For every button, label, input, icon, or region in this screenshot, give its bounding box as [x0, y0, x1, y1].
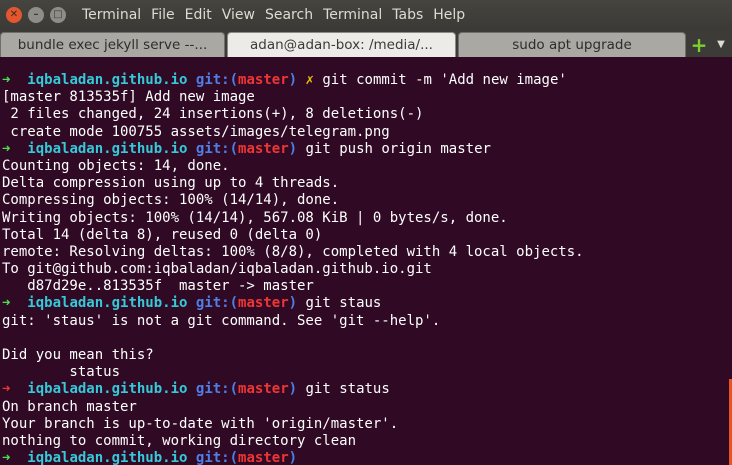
prompt-line: ➜ iqbaladan.github.io git:(master) git s… [2, 381, 584, 398]
output-line: Counting objects: 14, done. [2, 157, 230, 174]
output-line: To git@github.com:iqbaladan/iqbaladan.gi… [2, 261, 432, 278]
output-line: d87d29e..813535f master -> master [2, 278, 314, 295]
prompt-git-label: git:( [195, 72, 239, 88]
prompt-git-close: ) [288, 140, 298, 157]
menu-item-help[interactable]: Help [433, 7, 465, 23]
menu-item-view[interactable]: View [222, 7, 255, 23]
prompt-host: iqbaladan.github.io [27, 140, 188, 157]
output-line: On branch master [2, 398, 137, 415]
output-line: Delta compression using up to 4 threads. [2, 175, 340, 192]
prompt-host: iqbaladan.github.io [27, 381, 188, 398]
output-line: [master 813535f] Add new image [2, 89, 255, 106]
prompt-git-label: git:( [195, 295, 239, 312]
prompt-arrow-icon: ➜ [2, 381, 11, 398]
menu-item-edit[interactable]: Edit [185, 7, 212, 23]
menu-item-terminal-title[interactable]: Terminal [82, 7, 141, 23]
title-bar: ✕ – □ Terminal File Edit View Search Ter… [0, 0, 732, 30]
tab-jekyll-serve[interactable]: bundle exec jekyll serve --... [0, 32, 225, 57]
output-line: create mode 100755 assets/images/telegra… [2, 123, 390, 140]
dirty-mark-icon: ✗ [305, 72, 314, 88]
menu-bar: Terminal File Edit View Search Terminal … [82, 7, 465, 23]
close-icon[interactable]: ✕ [6, 7, 22, 23]
prompt-git-label: git:( [195, 140, 239, 157]
output-line: Compressing objects: 100% (14/14), done. [2, 192, 340, 209]
menu-item-tabs[interactable]: Tabs [392, 7, 423, 23]
prompt-branch: master [238, 450, 289, 465]
tab-label: bundle exec jekyll serve --... [17, 37, 208, 53]
output-line: status [2, 364, 121, 381]
prompt-git-close: ) [288, 295, 298, 312]
output-line: Total 14 (delta 8), reused 0 (delta 0) [2, 226, 323, 243]
prompt-line: ➜ iqbaladan.github.io git:(master) [2, 450, 584, 465]
prompt-line: ➜ iqbaladan.github.io git:(master) git p… [2, 141, 584, 158]
prompt-branch: master [238, 295, 289, 312]
menu-item-file[interactable]: File [151, 7, 174, 23]
prompt-command: git commit -m 'Add new image' [322, 72, 567, 88]
tab-adan-box[interactable]: adan@adan-box: /media/... [227, 32, 456, 57]
minimize-icon[interactable]: – [28, 7, 44, 23]
prompt-arrow-icon: ➜ [2, 450, 11, 465]
output-line: nothing to commit, working directory cle… [2, 432, 357, 449]
output-line: Your branch is up-to-date with 'origin/m… [2, 415, 399, 432]
prompt-branch: master [238, 140, 289, 157]
prompt-arrow-icon: ➜ [2, 295, 11, 312]
prompt-branch: master [238, 381, 289, 398]
prompt-git-close: ) [288, 72, 298, 88]
plus-icon[interactable]: + [690, 35, 708, 55]
output-line: remote: Resolving deltas: 100% (8/8), co… [2, 243, 584, 260]
menu-item-search[interactable]: Search [265, 7, 313, 23]
tab-bar: bundle exec jekyll serve --... adan@adan… [0, 30, 732, 57]
prompt-host: iqbaladan.github.io [27, 450, 188, 465]
maximize-icon[interactable]: □ [50, 7, 66, 23]
prompt-command: git status [305, 381, 390, 398]
chevron-down-icon[interactable]: ▼ [712, 36, 730, 54]
tab-label: adan@adan-box: /media/... [250, 37, 433, 53]
menu-item-terminal[interactable]: Terminal [323, 7, 382, 23]
output-line: 2 files changed, 24 insertions(+), 8 del… [2, 106, 424, 123]
prompt-git-close: ) [288, 381, 298, 398]
terminal-view[interactable]: ➜ iqbaladan.github.io git:(master) ✗ git… [0, 57, 732, 465]
prompt-branch: master [238, 72, 289, 88]
prompt-git-label: git:( [195, 381, 239, 398]
prompt-command: git push origin master [305, 140, 491, 157]
prompt-arrow-icon: ➜ [2, 72, 11, 88]
prompt-arrow-icon: ➜ [2, 140, 11, 157]
window-controls: ✕ – □ [6, 7, 66, 23]
tab-label: sudo apt upgrade [512, 37, 632, 53]
prompt-host: iqbaladan.github.io [27, 295, 188, 312]
prompt-line: ➜ iqbaladan.github.io git:(master) git s… [2, 295, 584, 312]
terminal-output: ➜ iqbaladan.github.io git:(master) ✗ git… [2, 72, 584, 465]
prompt-git-label: git:( [195, 450, 239, 465]
prompt-host: iqbaladan.github.io [27, 72, 188, 88]
output-line: Writing objects: 100% (14/14), 567.08 Ki… [2, 209, 508, 226]
output-line: Did you mean this? [2, 347, 154, 363]
tab-actions: + ▼ [690, 32, 730, 57]
prompt-line: ➜ iqbaladan.github.io git:(master) ✗ git… [2, 72, 584, 89]
prompt-git-close: ) [288, 450, 298, 465]
tab-apt-upgrade[interactable]: sudo apt upgrade [458, 32, 686, 57]
output-line: git: 'staus' is not a git command. See '… [2, 312, 441, 329]
prompt-command: git staus [305, 295, 382, 312]
